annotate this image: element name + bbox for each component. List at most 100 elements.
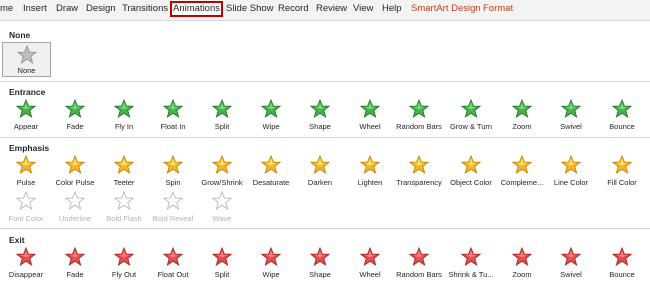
animation-label: Teeter	[113, 178, 135, 187]
animation-label: Object Color	[450, 178, 492, 187]
star-red-icon	[612, 247, 632, 267]
ribbon-tab-bar: me Insert Draw Design Transitions Animations S…	[0, 0, 650, 21]
star-red-icon	[114, 247, 134, 267]
divider	[0, 137, 650, 138]
animation-emphasis-lighten[interactable]: Lighten	[345, 155, 395, 191]
star-green-icon	[360, 99, 380, 119]
animation-label: Bounce	[609, 122, 635, 131]
animation-emphasis-grow-shrink[interactable]: Grow/Shrink	[197, 155, 247, 191]
animation-emphasis-desaturate[interactable]: Desaturate	[246, 155, 296, 191]
star-gray-icon	[16, 45, 37, 64]
tab-smartart-design[interactable]: SmartArt Design	[411, 0, 481, 18]
tab-view[interactable]: View	[353, 0, 373, 18]
section-title-emphasis: Emphasis	[9, 143, 50, 153]
star-green-icon	[310, 99, 330, 119]
star-green-icon	[65, 99, 85, 119]
animation-entrance-float-in[interactable]: Float In	[148, 99, 198, 135]
animation-entrance-shape[interactable]: Shape	[295, 99, 345, 135]
animation-emphasis-object-color[interactable]: Object Color	[446, 155, 496, 191]
animation-label: Zoom	[512, 270, 532, 279]
animation-label: None	[17, 66, 36, 75]
animation-emphasis-fill-color[interactable]: Fill Color	[597, 155, 647, 191]
animation-exit-float-out[interactable]: Float Out	[148, 247, 198, 283]
tab-animations[interactable]: Animations	[170, 1, 223, 17]
animation-entrance-split[interactable]: Split	[197, 99, 247, 135]
tab-draw[interactable]: Draw	[56, 0, 78, 18]
tab-format[interactable]: Format	[483, 0, 513, 18]
tab-help[interactable]: Help	[382, 0, 402, 18]
section-title-exit: Exit	[9, 235, 25, 245]
divider	[0, 81, 650, 82]
animation-entrance-fly-in[interactable]: Fly In	[99, 99, 149, 135]
tab-insert[interactable]: Insert	[23, 0, 47, 18]
animation-entrance-zoom[interactable]: Zoom	[497, 99, 547, 135]
animation-entrance-appear[interactable]: Appear	[1, 99, 51, 135]
animation-label: Zoom	[512, 122, 532, 131]
animation-entrance-swivel[interactable]: Swivel	[546, 99, 596, 135]
tab-record[interactable]: Record	[278, 0, 309, 18]
animation-label: Shape	[309, 270, 331, 279]
animation-emphasis-spin[interactable]: Spin	[148, 155, 198, 191]
animation-exit-fade[interactable]: Fade	[50, 247, 100, 283]
animation-label: Fade	[66, 270, 84, 279]
star-gold-icon	[310, 155, 330, 175]
animation-label: Wipe	[262, 122, 280, 131]
animation-entrance-random-bars[interactable]: Random Bars	[394, 99, 444, 135]
animation-entrance-grow-turn[interactable]: Grow & Turn	[446, 99, 496, 135]
animation-exit-disappear[interactable]: Disappear	[1, 247, 51, 283]
animation-emphasis-underline: Underline	[50, 191, 100, 227]
animation-emphasis-teeter[interactable]: Teeter	[99, 155, 149, 191]
animation-emphasis-darken[interactable]: Darken	[295, 155, 345, 191]
animation-exit-shrink-tu[interactable]: Shrink & Tu...	[446, 247, 496, 283]
animation-entrance-wipe[interactable]: Wipe	[246, 99, 296, 135]
animation-exit-split[interactable]: Split	[197, 247, 247, 283]
tab-review[interactable]: Review	[316, 0, 347, 18]
animation-exit-zoom[interactable]: Zoom	[497, 247, 547, 283]
tab-design[interactable]: Design	[86, 0, 116, 18]
animation-emphasis-compleme[interactable]: Compleme...	[497, 155, 547, 191]
tab-slide-show[interactable]: Slide Show	[226, 0, 274, 18]
animation-emphasis-color-pulse[interactable]: Color Pulse	[50, 155, 100, 191]
tab-me[interactable]: me	[0, 0, 13, 18]
animation-exit-fly-out[interactable]: Fly Out	[99, 247, 149, 283]
animation-label: Bold Flash	[106, 214, 142, 223]
animation-emphasis-pulse[interactable]: Pulse	[1, 155, 51, 191]
animation-exit-wipe[interactable]: Wipe	[246, 247, 296, 283]
animation-label: Wave	[212, 214, 232, 223]
star-red-icon	[310, 247, 330, 267]
star-red-icon	[409, 247, 429, 267]
animation-label: Fly In	[114, 122, 134, 131]
animation-emphasis-font-color: Font Color	[1, 191, 51, 227]
star-gold-icon	[65, 155, 85, 175]
tab-transitions[interactable]: Transitions	[122, 0, 168, 18]
animation-entrance-fade[interactable]: Fade	[50, 99, 100, 135]
star-gray-icon	[65, 191, 85, 211]
star-red-icon	[512, 247, 532, 267]
animation-label: Spin	[165, 178, 181, 187]
animation-entrance-wheel[interactable]: Wheel	[345, 99, 395, 135]
star-gold-icon	[114, 155, 134, 175]
section-title-entrance: Entrance	[9, 87, 46, 97]
animation-exit-shape[interactable]: Shape	[295, 247, 345, 283]
animation-label: Grow/Shrink	[201, 178, 243, 187]
animation-exit-swivel[interactable]: Swivel	[546, 247, 596, 283]
animation-label: Grow & Turn	[449, 122, 493, 131]
star-red-icon	[461, 247, 481, 267]
animation-exit-random-bars[interactable]: Random Bars	[394, 247, 444, 283]
animation-emphasis-line-color[interactable]: Line Color	[546, 155, 596, 191]
star-gold-icon	[16, 155, 36, 175]
animation-none[interactable]: None	[2, 42, 51, 77]
star-red-icon	[163, 247, 183, 267]
animation-emphasis-transparency[interactable]: Transparency	[394, 155, 444, 191]
animation-label: Split	[214, 270, 230, 279]
animation-emphasis-wave: Wave	[197, 191, 247, 227]
animation-label: Fill Color	[607, 178, 637, 187]
animation-entrance-bounce[interactable]: Bounce	[597, 99, 647, 135]
animation-label: Float In	[160, 122, 186, 131]
animation-exit-wheel[interactable]: Wheel	[345, 247, 395, 283]
animation-exit-bounce[interactable]: Bounce	[597, 247, 647, 283]
star-gold-icon	[163, 155, 183, 175]
animation-label: Wipe	[262, 270, 280, 279]
star-gold-icon	[612, 155, 632, 175]
star-green-icon	[261, 99, 281, 119]
